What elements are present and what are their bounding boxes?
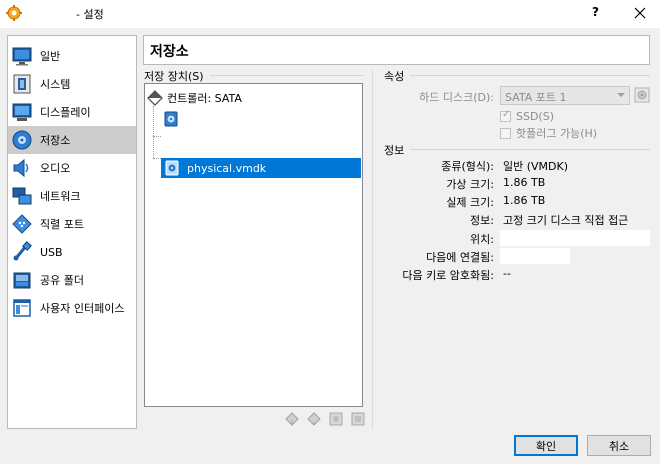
tree-connector <box>153 106 154 158</box>
help-button[interactable]: ? <box>592 5 599 19</box>
general-monitor-icon <box>12 47 32 66</box>
check-icon: ✓ <box>502 109 511 120</box>
hard-disk-slot-value: SATA 포트 1 <box>505 91 567 104</box>
nav-item-system[interactable]: 시스템 <box>8 70 136 98</box>
hotplug-label: 핫플러그 가능(H) <box>516 127 598 140</box>
nav-item-display[interactable]: 디스플레이 <box>8 98 136 126</box>
nav-item-label: 일반 <box>40 50 61 63</box>
ssd-checkbox-row[interactable]: ✓ SSD(S) <box>500 109 555 123</box>
divider <box>410 149 650 150</box>
nav-item-label: 디스플레이 <box>40 106 91 119</box>
storage-devices-header: 저장 장치(S) <box>144 70 204 83</box>
nav-item-network[interactable]: 네트워크 <box>8 182 136 210</box>
info-encryption-label: 다음 키로 암호화됨: <box>402 269 494 282</box>
window-title: - 설정 <box>76 8 104 21</box>
add-controller-icon[interactable] <box>284 411 300 427</box>
hard-disk-slot-combo[interactable]: SATA 포트 1 <box>500 86 630 105</box>
info-location-label: 위치: <box>470 233 494 246</box>
chevron-down-icon <box>617 93 625 97</box>
settings-window: 일반 시스템 디스플레이 저장소 오디오 네트워크 직렬 포트 USB 공유 폴… <box>0 28 660 464</box>
tree-controller-label: 컨트롤러: SATA <box>167 92 242 105</box>
display-monitor-icon <box>12 103 32 121</box>
info-virtual-size-label: 가상 크기: <box>446 178 494 191</box>
title-bar: - 설정 ? <box>0 0 660 28</box>
storage-disk-icon <box>12 130 32 150</box>
hotplug-checkbox-row[interactable]: 핫플러그 가능(H) <box>500 125 597 141</box>
ssd-label: SSD(S) <box>516 110 555 123</box>
nav-item-label: 시스템 <box>40 78 71 91</box>
tree-attachment-physical-vmdk[interactable]: physical.vmdk <box>161 158 361 178</box>
controller-icon <box>147 90 163 106</box>
divider <box>410 75 650 76</box>
usb-icon <box>13 241 32 261</box>
nav-item-audio[interactable]: 오디오 <box>8 154 136 182</box>
close-icon[interactable] <box>628 2 652 24</box>
info-attached-to-label: 다음에 연결됨: <box>426 251 494 264</box>
info-details-value: 고정 크기 디스크 직접 접근 <box>503 214 629 227</box>
serial-port-icon <box>12 214 32 234</box>
info-actual-size-label: 실제 크기: <box>446 196 494 209</box>
speaker-icon <box>13 158 29 178</box>
choose-disk-icon[interactable] <box>634 87 650 103</box>
tree-toolbar <box>284 411 372 427</box>
nav-item-label: USB <box>40 245 63 259</box>
info-location-value <box>500 230 650 246</box>
settings-nav: 일반 시스템 디스플레이 저장소 오디오 네트워크 직렬 포트 USB 공유 폴… <box>7 35 137 429</box>
info-virtual-size-value: 1.86 TB <box>503 176 546 189</box>
info-type-label: 종류(형식): <box>441 160 494 173</box>
hard-disk-label: 하드 디스크(D): <box>419 91 494 104</box>
nav-item-label: 사용자 인터페이스 <box>40 302 125 315</box>
shared-folder-icon <box>13 272 31 289</box>
panel-separator <box>372 69 373 429</box>
nav-item-storage[interactable]: 저장소 <box>8 126 136 154</box>
nav-item-user-interface[interactable]: 사용자 인터페이스 <box>8 294 136 322</box>
page-title: 저장소 <box>143 35 650 65</box>
add-attachment-icon[interactable] <box>328 411 344 427</box>
information-header: 정보 <box>384 144 405 157</box>
nav-item-general[interactable]: 일반 <box>8 42 136 70</box>
hard-disk-icon <box>165 160 179 176</box>
tree-attachment-label: physical.vmdk <box>187 161 267 175</box>
nav-item-label: 공유 폴더 <box>40 274 84 287</box>
info-attached-to-value <box>500 248 570 264</box>
network-icon <box>12 187 32 205</box>
cancel-button[interactable]: 취소 <box>587 435 651 456</box>
remove-controller-icon[interactable] <box>306 411 322 427</box>
nav-item-usb[interactable]: USB <box>8 238 136 266</box>
nav-item-label: 오디오 <box>40 162 71 175</box>
ssd-checkbox[interactable]: ✓ <box>500 109 511 122</box>
nav-item-shared-folders[interactable]: 공유 폴더 <box>8 266 136 294</box>
info-actual-size-value: 1.86 TB <box>503 194 546 207</box>
info-encryption-value: -- <box>503 267 511 280</box>
remove-attachment-icon[interactable] <box>350 411 366 427</box>
nav-item-label: 저장소 <box>40 134 71 147</box>
attributes-header: 속성 <box>384 70 405 83</box>
nav-item-label: 네트워크 <box>40 190 81 203</box>
nav-item-serial-ports[interactable]: 직렬 포트 <box>8 210 136 238</box>
nav-item-label: 직렬 포트 <box>40 218 84 231</box>
ok-button[interactable]: 확인 <box>514 435 578 456</box>
hotplug-checkbox[interactable] <box>500 127 511 139</box>
tree-connector <box>153 136 161 137</box>
tree-controller-sata[interactable]: 컨트롤러: SATA <box>147 89 242 107</box>
virtualbox-app-icon <box>6 5 22 21</box>
divider <box>210 75 364 76</box>
storage-tree[interactable]: 컨트롤러: SATA physical.vmdk <box>144 83 363 407</box>
user-interface-icon <box>13 299 31 317</box>
info-type-value: 일반 (VMDK) <box>503 160 569 173</box>
info-details-label: 정보: <box>470 214 494 227</box>
tree-attachment-optical[interactable] <box>163 110 187 128</box>
system-chip-icon <box>13 74 31 94</box>
tree-connector <box>153 158 161 159</box>
optical-disk-icon <box>164 111 178 127</box>
